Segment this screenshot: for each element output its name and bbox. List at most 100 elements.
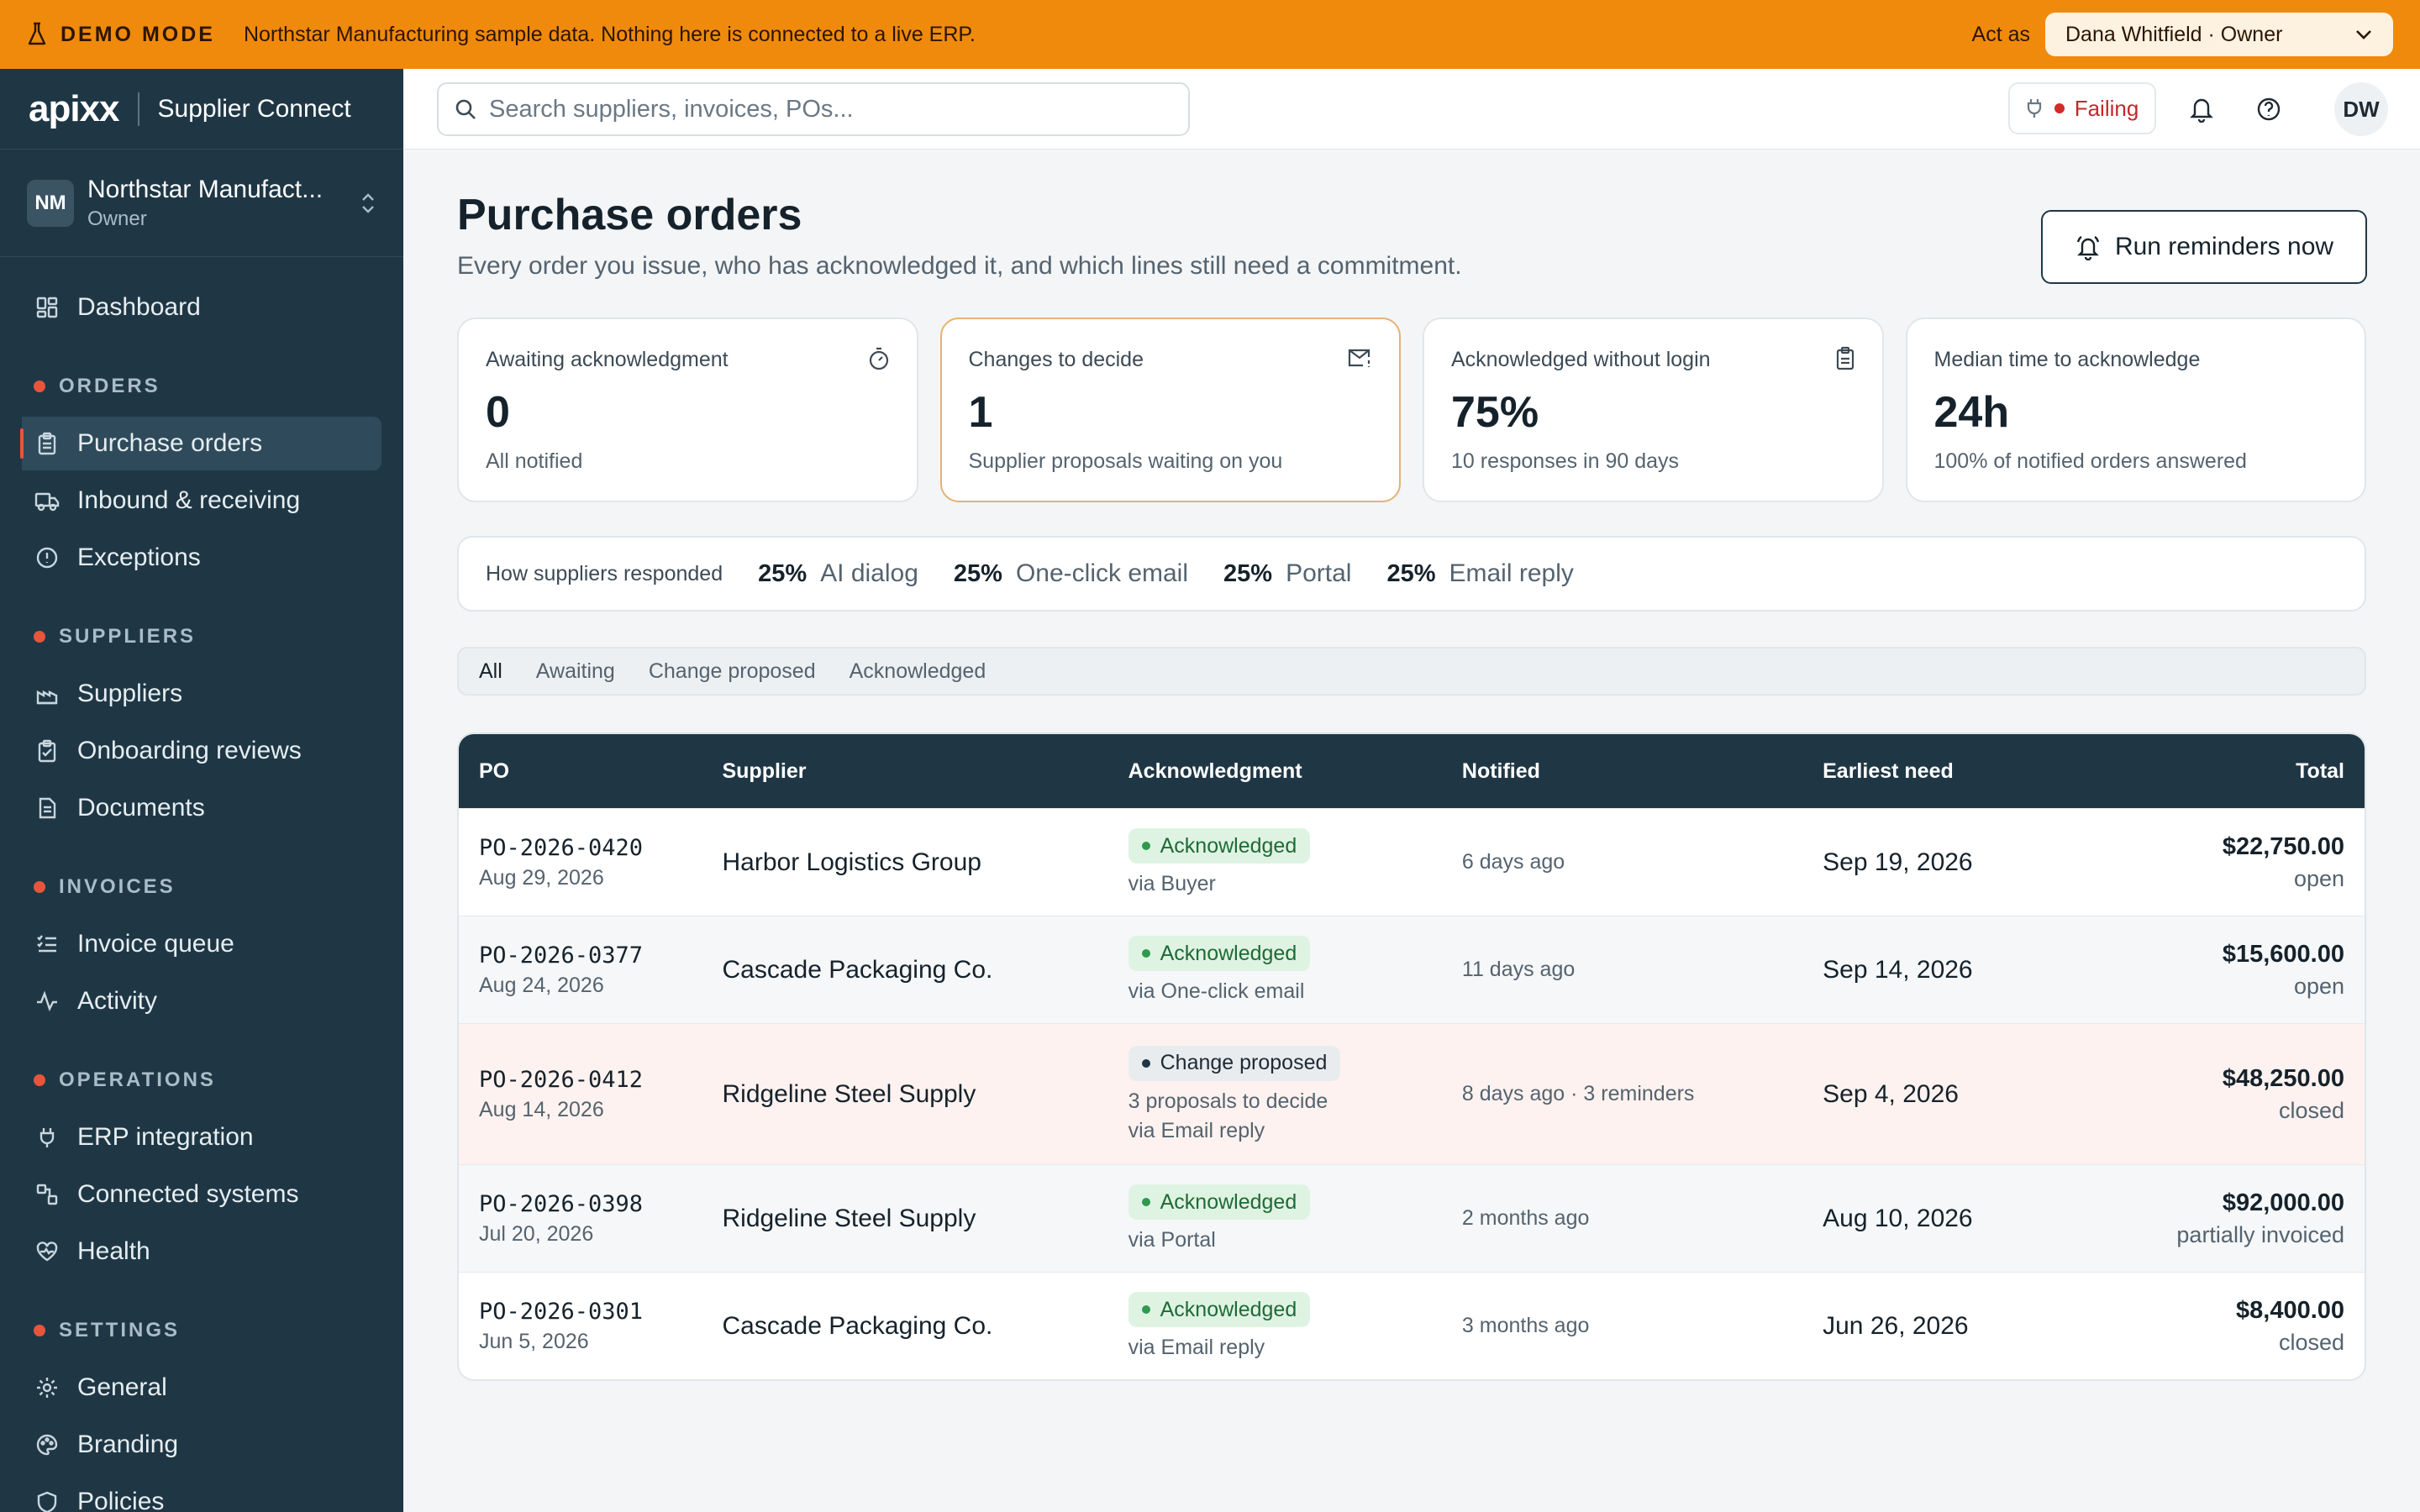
sidebar-item-branding[interactable]: Branding	[0, 1418, 381, 1472]
supplier-name: Cascade Packaging Co.	[722, 955, 993, 984]
column-header-notified[interactable]: Notified	[1462, 759, 1823, 784]
sidebar-item-label: Inbound & receiving	[77, 486, 301, 514]
total-amount: $22,750.00	[2222, 832, 2345, 860]
sidebar-item-purchase-orders[interactable]: Purchase orders	[20, 417, 381, 470]
po-number[interactable]: PO-2026-0377	[479, 942, 722, 969]
response-breakdown: How suppliers responded 25% AI dialog 25…	[457, 536, 2366, 612]
plug-icon	[34, 1124, 60, 1151]
search-box[interactable]	[437, 82, 1190, 136]
supplier-name: Ridgeline Steel Supply	[722, 1204, 976, 1232]
po-date: Jul 20, 2026	[479, 1221, 594, 1246]
kpi-card-median-time: Median time to acknowledge 24h 100% of n…	[1905, 318, 2366, 502]
sidebar-item-label: Suppliers	[77, 680, 183, 707]
bell-icon[interactable]	[2181, 89, 2222, 129]
sidebar-item-inbound-receiving[interactable]: Inbound & receiving	[0, 474, 381, 528]
method-pct: 25%	[758, 559, 808, 587]
ack-channel: via Email reply	[1128, 1336, 1265, 1359]
sidebar-item-dashboard[interactable]: Dashboard	[0, 281, 381, 334]
nav-section-operations: OPERATIONS	[0, 1053, 403, 1107]
kpi-value: 24h	[1933, 388, 2010, 437]
demo-mode-label: DEMO MODE	[60, 22, 215, 46]
po-state: partially invoiced	[2176, 1221, 2345, 1247]
sidebar-item-general[interactable]: General	[0, 1361, 381, 1415]
sidebar-item-connected-systems[interactable]: Connected systems	[0, 1168, 381, 1221]
sidebar-item-policies[interactable]: Policies	[0, 1475, 381, 1512]
tab-all[interactable]: All	[479, 659, 502, 684]
po-number[interactable]: PO-2026-0301	[479, 1299, 722, 1325]
kpi-sub: 10 responses in 90 days	[1451, 449, 1680, 473]
column-header-supplier[interactable]: Supplier	[722, 759, 1128, 784]
sidebar-item-label: Health	[77, 1237, 150, 1265]
sidebar-item-label: ERP integration	[77, 1123, 254, 1151]
sidebar-item-onboarding-reviews[interactable]: Onboarding reviews	[0, 724, 381, 778]
table-row[interactable]: PO-2026-0398 Jul 20, 2026 Ridgeline Steel…	[459, 1164, 2365, 1272]
column-header-total[interactable]: Total	[2124, 759, 2365, 784]
po-date: Aug 29, 2026	[479, 865, 604, 890]
user-avatar[interactable]: DW	[2334, 82, 2388, 136]
sidebar-item-exceptions[interactable]: Exceptions	[0, 531, 381, 585]
table-row[interactable]: PO-2026-0420 Aug 29, 2026 Harbor Logistic…	[459, 808, 2365, 916]
act-as-select[interactable]: Dana Whitfield · Owner	[2045, 13, 2393, 56]
method-pct: 25%	[953, 559, 1002, 587]
help-icon[interactable]	[2249, 89, 2289, 129]
sidebar-item-activity[interactable]: Activity	[0, 974, 381, 1028]
kpi-value: 0	[486, 388, 510, 437]
mail-icon	[1347, 346, 1374, 374]
kpi-sub: All notified	[486, 449, 583, 473]
total-amount: $15,600.00	[2222, 940, 2345, 968]
sidebar-item-health[interactable]: Health	[0, 1225, 381, 1278]
alert-circle-icon	[34, 544, 60, 571]
tab-change-proposed[interactable]: Change proposed	[649, 659, 816, 684]
table-header: PO Supplier Acknowledgment Notified Earl…	[459, 734, 2365, 808]
kpi-card-changes[interactable]: Changes to decide 1 Supplier proposals w…	[939, 318, 1401, 502]
status-badge: Acknowledged	[1128, 1292, 1311, 1327]
column-header-acknowledgment[interactable]: Acknowledgment	[1128, 759, 1462, 784]
purchase-orders-table: PO Supplier Acknowledgment Notified Earl…	[457, 732, 2366, 1381]
nav-section-suppliers: SUPPLIERS	[0, 610, 403, 664]
brand-divider	[137, 92, 139, 126]
status-badge: Acknowledged	[1128, 828, 1311, 864]
column-header-earliest-need[interactable]: Earliest need	[1823, 759, 2124, 784]
search-input[interactable]	[489, 95, 1178, 123]
dashboard-icon	[34, 294, 60, 321]
po-number[interactable]: PO-2026-0420	[479, 835, 722, 861]
tab-acknowledged[interactable]: Acknowledged	[850, 659, 986, 684]
notified-time: 3 months ago	[1461, 1314, 1590, 1337]
kpi-value: 75%	[1451, 388, 1539, 437]
integration-status-badge[interactable]: Failing	[2008, 82, 2156, 134]
brand[interactable]: apixx Supplier Connect	[0, 69, 403, 150]
po-number[interactable]: PO-2026-0412	[479, 1067, 722, 1093]
sidebar-item-erp-integration[interactable]: ERP integration	[0, 1110, 381, 1164]
nav-section-settings: SETTINGS	[0, 1304, 403, 1357]
table-row[interactable]: PO-2026-0377 Aug 24, 2026 Cascade Packagi…	[459, 916, 2365, 1023]
po-number[interactable]: PO-2026-0398	[479, 1191, 722, 1217]
sidebar-item-label: Invoice queue	[77, 930, 234, 958]
demo-banner: DEMO MODE Northstar Manufacturing sample…	[0, 0, 2420, 69]
plug-icon	[2027, 99, 2041, 118]
org-switcher[interactable]: NM Northstar Manufact... Owner	[0, 150, 403, 257]
method-name: Portal	[1286, 559, 1352, 587]
kpi-label: Median time to acknowledge	[1933, 348, 2201, 371]
org-role: Owner	[87, 207, 147, 230]
method-pct: 25%	[1223, 559, 1273, 587]
notified-time: 6 days ago	[1461, 850, 1565, 874]
kpi-value: 1	[968, 388, 993, 437]
column-header-po[interactable]: PO	[459, 759, 722, 784]
status-dot	[2054, 103, 2065, 113]
act-as-value: Dana Whitfield · Owner	[2065, 22, 2283, 46]
run-reminders-button[interactable]: Run reminders now	[2041, 210, 2367, 284]
run-reminders-label: Run reminders now	[2114, 233, 2334, 260]
sidebar-item-label: Exceptions	[77, 543, 201, 571]
ack-proposals: 3 proposals to decide	[1128, 1089, 1328, 1113]
sidebar-item-invoice-queue[interactable]: Invoice queue	[0, 917, 381, 971]
tab-awaiting[interactable]: Awaiting	[536, 659, 615, 684]
kpi-card-ack-without-login: Acknowledged without login 75% 10 respon…	[1423, 318, 1884, 502]
search-icon	[455, 99, 476, 119]
table-row[interactable]: PO-2026-0412 Aug 14, 2026 Ridgeline Steel…	[459, 1023, 2365, 1164]
table-row[interactable]: PO-2026-0301 Jun 5, 2026 Cascade Packagin…	[459, 1272, 2365, 1379]
sidebar-item-suppliers[interactable]: Suppliers	[0, 667, 381, 721]
chevron-updown-icon	[362, 192, 374, 213]
earliest-need-date: Sep 19, 2026	[1823, 848, 1973, 876]
sidebar-item-documents[interactable]: Documents	[0, 781, 381, 835]
product-name: Supplier Connect	[157, 94, 351, 123]
